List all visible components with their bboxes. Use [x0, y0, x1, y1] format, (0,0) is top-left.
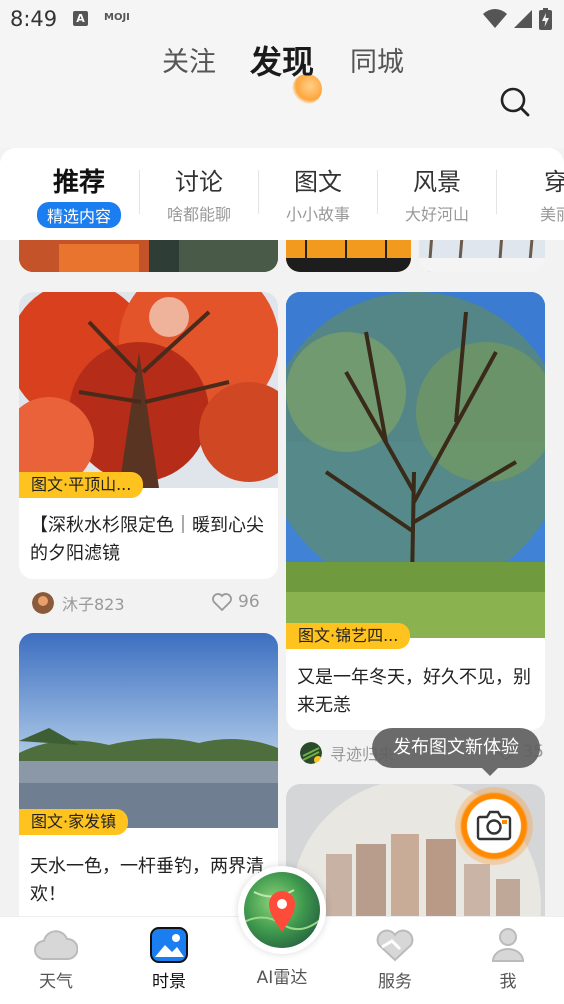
card-meta: 沐子823	[32, 588, 125, 618]
wifi-icon	[483, 9, 507, 28]
tab-discover[interactable]: 发现	[250, 37, 314, 83]
category-sub: 美丽	[539, 205, 564, 224]
location-tag[interactable]: 图文·家发镇	[19, 809, 129, 835]
search-icon[interactable]	[500, 87, 530, 117]
feed-card-partial[interactable]	[419, 240, 545, 272]
status-time: 8:49	[10, 7, 58, 31]
tab-local[interactable]: 同城	[350, 40, 404, 79]
category-name: 推荐	[52, 168, 105, 198]
cloud-icon	[34, 930, 78, 960]
card-photo	[286, 240, 411, 272]
avatar[interactable]	[32, 592, 54, 614]
category-name: 讨论	[175, 168, 223, 196]
category-scenery[interactable]: 风景 大好河山	[378, 162, 496, 225]
category-sub: 精选内容	[36, 202, 121, 228]
publish-camera-button[interactable]	[455, 787, 533, 865]
card-title: 又是一年冬天，好久不见，别来无恙	[297, 667, 531, 716]
nav-me[interactable]: 我	[458, 927, 558, 992]
ai-radar-button[interactable]	[238, 866, 326, 954]
card-title: 天水一色，一杆垂钓，两界清欢！	[30, 856, 264, 905]
moji-icon: MOJI	[104, 12, 130, 23]
category-sub: 大好河山	[404, 205, 469, 224]
category-picture-text[interactable]: 图文 小小故事	[259, 162, 377, 225]
category-recommend[interactable]: 推荐 精选内容	[20, 162, 138, 228]
heart-icon	[212, 593, 232, 611]
nav-label: 我	[499, 972, 517, 992]
feed-card-partial[interactable]	[286, 240, 411, 272]
signal-icon	[514, 10, 532, 28]
card-title: 【深秋水杉限定色｜暖到心尖的夕阳滤镜	[30, 515, 264, 564]
card-photo	[286, 292, 545, 638]
card-photo	[19, 240, 278, 272]
location-tag[interactable]: 图文·平顶山...	[19, 472, 144, 498]
person-icon	[491, 928, 525, 962]
publish-tooltip[interactable]: 发布图文新体验	[372, 728, 540, 776]
like-button[interactable]: 96	[212, 592, 260, 612]
top-header: 关注 发现 同城	[0, 40, 564, 148]
category-sub: 小小故事	[285, 205, 350, 224]
heart-hands-icon	[376, 929, 414, 962]
status-bar: 8:49 A MOJI	[0, 0, 564, 40]
author-name[interactable]: 沐子823	[62, 591, 125, 615]
nav-label: 天气	[39, 972, 73, 992]
camera-icon	[476, 810, 512, 841]
category-bar: 推荐 精选内容 讨论 啥都能聊 图文 小小故事 风景 大好河山 穿 美丽	[0, 148, 564, 240]
avatar[interactable]	[300, 742, 322, 764]
nav-service[interactable]: 服务	[345, 927, 445, 992]
system-icons	[483, 8, 552, 30]
category-name: 风景	[413, 168, 461, 196]
nav-label: AI雷达	[256, 968, 308, 988]
category-sub: 啥都能聊	[166, 205, 231, 224]
category-name: 穿	[544, 168, 564, 196]
category-name: 图文	[294, 168, 342, 196]
feed-card[interactable]: 图文·平顶山... 【深秋水杉限定色｜暖到心尖的夕阳滤镜	[19, 292, 278, 579]
location-tag[interactable]: 图文·锦艺四...	[286, 623, 411, 649]
battery-icon	[539, 8, 552, 30]
nav-ai-radar[interactable]: AI雷达	[232, 959, 332, 988]
nav-label: 时景	[152, 972, 186, 992]
category-outfit[interactable]: 穿 美丽	[497, 162, 564, 225]
app-a-icon: A	[73, 11, 88, 26]
nav-scenery[interactable]: 时景	[119, 927, 219, 992]
card-photo	[19, 633, 278, 828]
feed-card-partial[interactable]	[19, 240, 278, 272]
nav-label: 服务	[378, 972, 412, 992]
nav-weather[interactable]: 天气	[6, 927, 106, 992]
feed-card[interactable]: 图文·锦艺四... 又是一年冬天，好久不见，别来无恙	[286, 292, 545, 730]
radar-map-icon	[244, 872, 320, 948]
tab-follow[interactable]: 关注	[162, 40, 216, 79]
card-photo	[19, 292, 278, 488]
like-count: 96	[238, 592, 260, 612]
feed-card[interactable]: 图文·家发镇 天水一色，一杆垂钓，两界清欢！	[19, 633, 278, 916]
image-icon	[150, 927, 188, 963]
category-discuss[interactable]: 讨论 啥都能聊	[140, 162, 258, 225]
card-photo	[419, 240, 545, 272]
